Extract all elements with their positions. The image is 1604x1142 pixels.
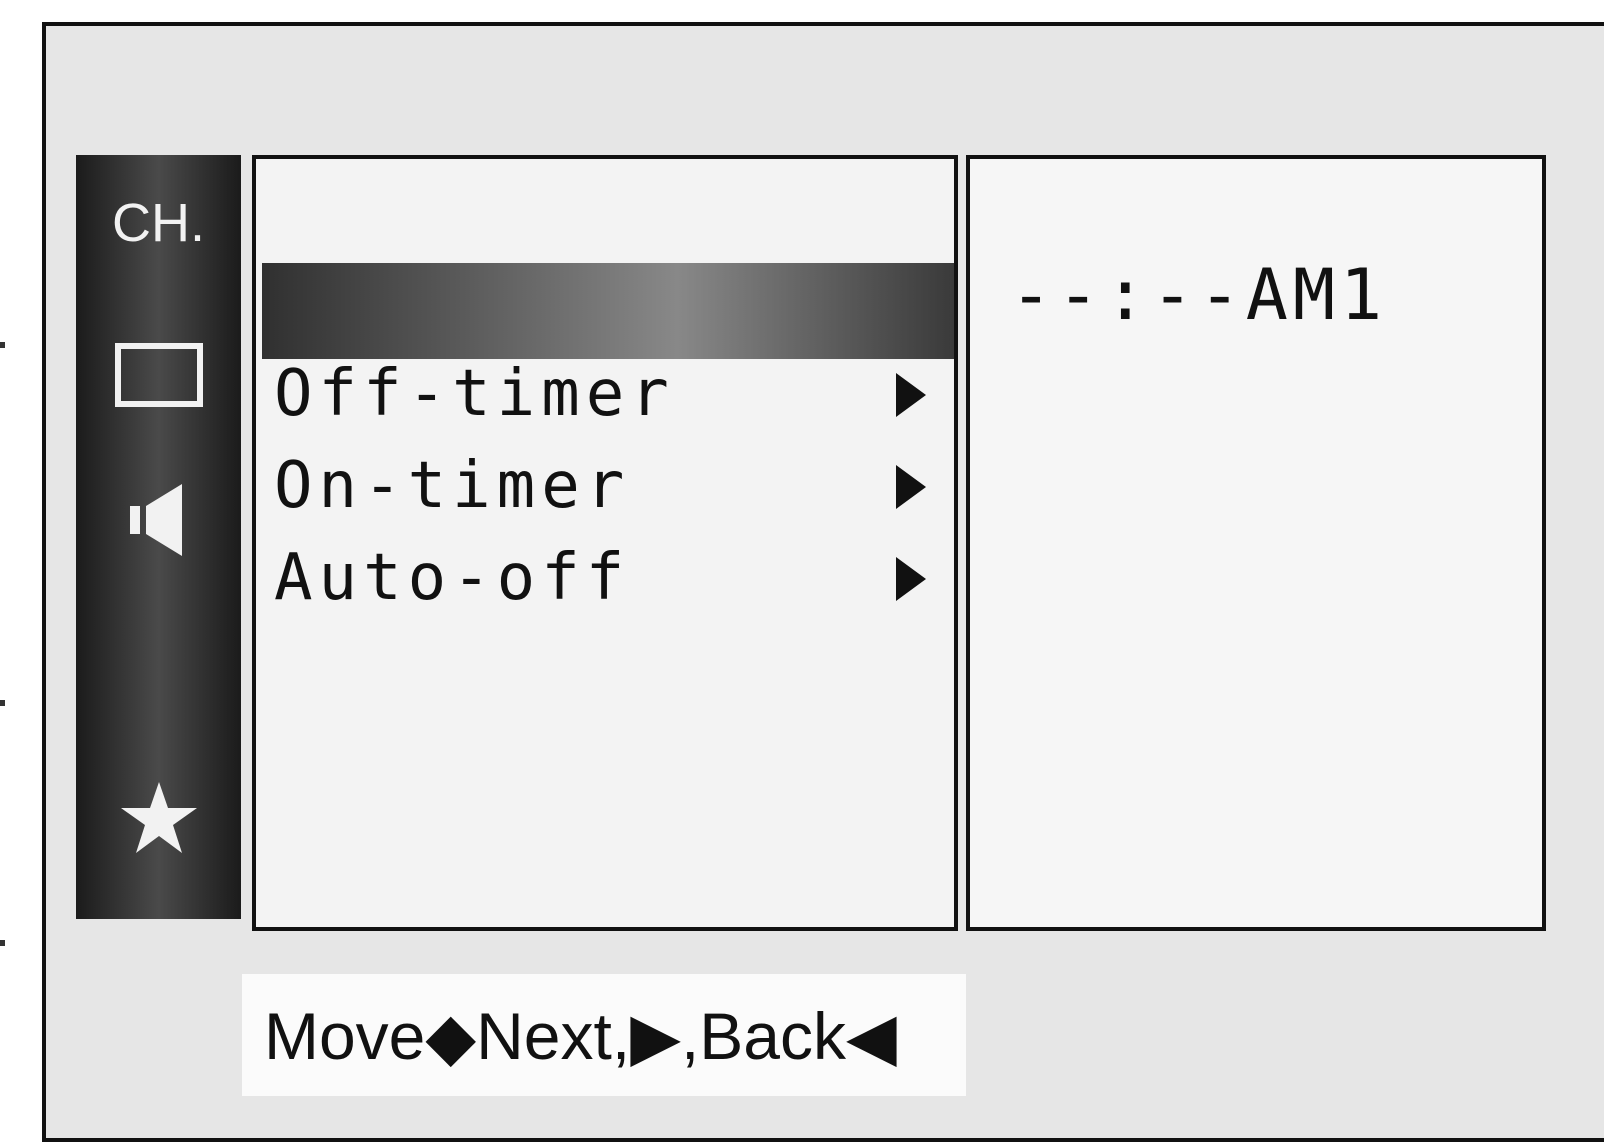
speaker-icon <box>129 484 182 556</box>
menu-item-label: On-timer <box>274 449 631 523</box>
navigation-help-bar: Move◆Next,▶,Back◀ <box>242 974 966 1096</box>
channel-label: CH. <box>112 193 205 253</box>
menu-item-label: Auto-off <box>274 541 631 615</box>
timer-menu-panel: Off-timer On-timer Auto-off <box>252 155 958 931</box>
navigation-help-text: Move◆Next,▶,Back◀ <box>264 999 897 1073</box>
menu-item-auto-off[interactable]: Auto-off <box>274 535 934 621</box>
right-arrow-icon <box>896 373 926 417</box>
sidebar-item-channel[interactable]: CH. <box>76 193 241 253</box>
edge-mark <box>0 342 5 348</box>
sidebar-item-screen[interactable] <box>76 335 241 415</box>
screen-icon <box>114 343 203 407</box>
right-arrow-icon <box>896 557 926 601</box>
sidebar-item-favorite[interactable] <box>76 773 241 863</box>
right-arrow-icon <box>896 465 926 509</box>
timer-value-panel: --:--AM1 <box>966 155 1546 931</box>
menu-item-off-timer[interactable]: Off-timer <box>274 351 934 437</box>
menu-item-label: Off-timer <box>274 357 675 431</box>
menu-highlight-bar <box>262 263 954 359</box>
edge-mark <box>0 940 5 946</box>
edge-mark <box>0 700 5 706</box>
menu-item-on-timer[interactable]: On-timer <box>274 443 934 529</box>
star-icon <box>120 782 197 853</box>
sidebar-item-sound[interactable] <box>76 477 241 563</box>
clock-time-value: --:--AM1 <box>1010 254 1388 336</box>
category-sidebar: CH. <box>76 155 241 919</box>
